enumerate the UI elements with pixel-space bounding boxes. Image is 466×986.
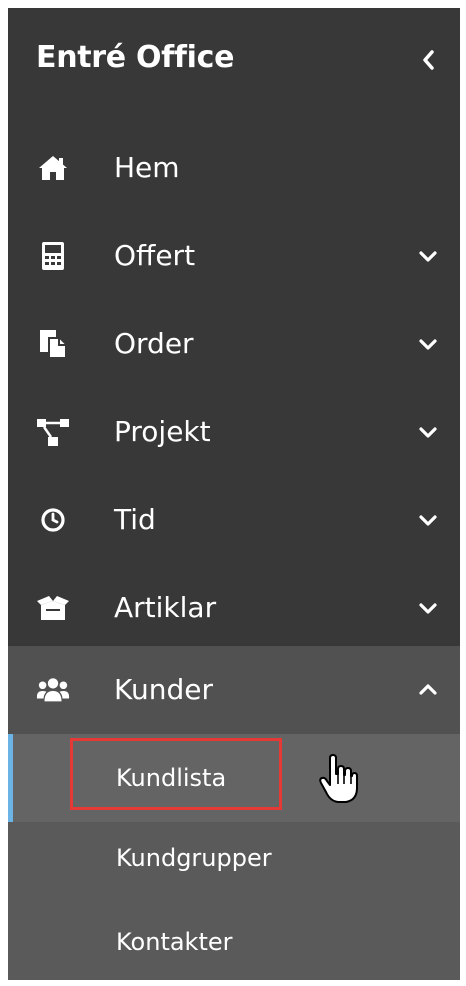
sidebar: Entré Office Hem Offert Order Projekt Ti… xyxy=(8,8,460,980)
chevron-down-icon[interactable] xyxy=(416,420,440,444)
submenu-item-label: Kundlista xyxy=(116,764,227,792)
sidebar-item-artiklar[interactable]: Artiklar xyxy=(8,564,460,652)
box-icon xyxy=(36,592,70,624)
sidebar-item-label: Order xyxy=(114,327,194,360)
sidebar-item-label: Kunder xyxy=(114,673,213,706)
sidebar-item-kunder[interactable]: Kunder xyxy=(8,646,460,734)
chevron-down-icon[interactable] xyxy=(416,244,440,268)
sidebar-item-label: Projekt xyxy=(114,415,211,448)
sidebar-item-label: Artiklar xyxy=(114,591,217,624)
chevron-down-icon[interactable] xyxy=(416,332,440,356)
submenu-item-kontakter[interactable]: Kontakter xyxy=(8,898,460,986)
chevron-down-icon[interactable] xyxy=(416,596,440,620)
collapse-sidebar-icon[interactable] xyxy=(414,46,442,74)
sidebar-item-order[interactable]: Order xyxy=(8,300,460,388)
active-indicator xyxy=(8,734,13,822)
clock-icon xyxy=(36,504,70,536)
documents-icon xyxy=(36,328,70,360)
kunder-submenu: Kundlista Kundgrupper Kontakter xyxy=(8,734,460,980)
sidebar-item-label: Tid xyxy=(114,503,156,536)
home-icon xyxy=(36,152,70,184)
calculator-icon xyxy=(36,240,70,272)
sidebar-item-tid[interactable]: Tid xyxy=(8,476,460,564)
chevron-down-icon[interactable] xyxy=(416,508,440,532)
submenu-item-kundgrupper[interactable]: Kundgrupper xyxy=(8,814,460,902)
submenu-item-kundlista[interactable]: Kundlista xyxy=(8,734,460,822)
users-icon xyxy=(36,674,70,706)
app-title: Entré Office xyxy=(36,40,235,75)
sidebar-header: Entré Office xyxy=(8,8,460,112)
submenu-item-label: Kundgrupper xyxy=(116,844,272,872)
chevron-up-icon[interactable] xyxy=(416,678,440,702)
hand-pointer-cursor-icon xyxy=(319,754,358,803)
sidebar-item-label: Offert xyxy=(114,239,196,272)
sidebar-item-offert[interactable]: Offert xyxy=(8,212,460,300)
sidebar-item-label: Hem xyxy=(114,151,180,184)
sidebar-item-projekt[interactable]: Projekt xyxy=(8,388,460,476)
submenu-item-label: Kontakter xyxy=(116,928,233,956)
sidebar-item-hem[interactable]: Hem xyxy=(8,124,460,212)
sitemap-icon xyxy=(36,416,70,448)
